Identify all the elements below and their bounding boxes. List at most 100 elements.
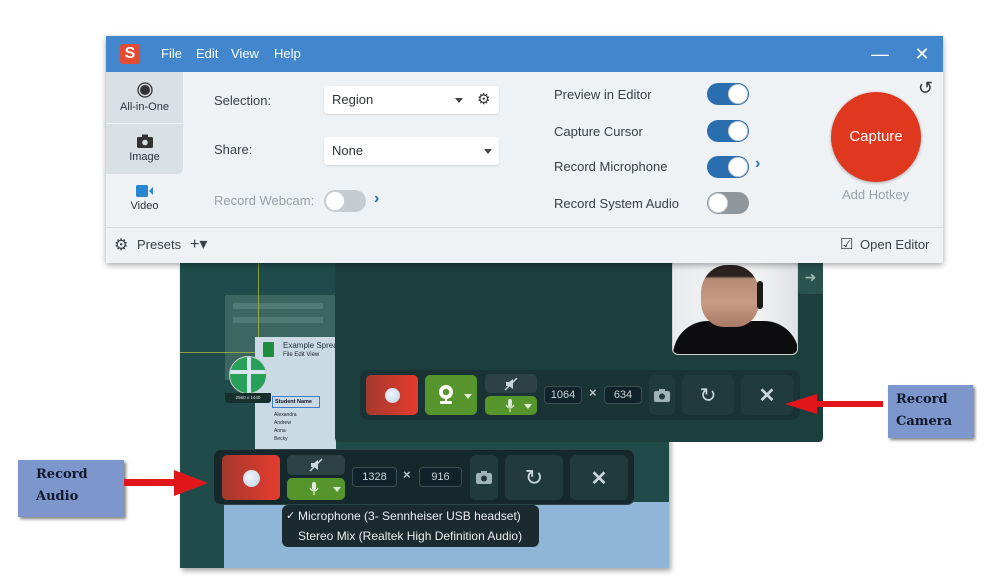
selection-value: Region [332,92,374,107]
student-name: Andrew [274,420,291,426]
selection-dropdown[interactable]: Region ⚙ [324,86,499,114]
arrow-to-record-icon [124,470,208,496]
record-webcam-label: Record Webcam: [214,193,315,208]
times-separator: × [403,467,411,482]
toggle-knob [728,84,748,104]
presets-gear-icon: ⚙ [114,237,129,254]
tab-video[interactable]: Video [106,175,183,227]
chevron-down-icon [455,98,463,103]
microphone-button[interactable] [485,396,537,415]
option-label: Capture Cursor [554,124,643,139]
spreadsheet-menu: File Edit View [283,352,320,358]
loupe-crosshair [247,357,251,393]
video-camera-icon [136,185,153,197]
gear-icon[interactable]: ⚙ [477,86,490,114]
system-audio-button[interactable] [287,455,345,475]
height-input[interactable]: 916 [419,467,462,487]
student-name: Alexandra [274,412,297,418]
record-button[interactable] [222,455,280,500]
capture-button[interactable]: Capture [831,92,921,182]
callout-line: Camera [896,414,953,429]
record-button[interactable] [366,375,418,415]
menu-file[interactable]: File [161,46,182,61]
checkmark-icon: ✓ [286,510,296,522]
title-bar: S File Edit View Help — ✕ [106,36,943,72]
record-system-audio-toggle[interactable] [707,192,749,214]
menu-view[interactable]: View [231,46,259,61]
microphone-icon [503,398,517,413]
toggle-knob [708,193,728,213]
restart-button[interactable]: ↻ [682,375,734,415]
webcam-dropdown-caret-icon[interactable] [464,394,472,399]
sheets-logo-icon [263,342,274,357]
times-separator: × [589,385,597,400]
tab-image[interactable]: Image [106,124,183,174]
app-toolbar-row [233,317,323,323]
system-audio-button[interactable] [485,374,537,393]
record-webcam-toggle[interactable] [324,190,366,212]
close-button[interactable]: ✕ [910,42,934,66]
tab-label: All-in-One [120,101,169,113]
restart-icon: ↻ [524,465,544,490]
person-head [701,265,759,327]
column-header: Student Name [272,396,320,408]
height-input[interactable]: 634 [604,386,642,404]
audio-source-menu: ✓ Microphone (3- Sennheiser USB headset)… [282,505,539,547]
screenshot-button[interactable] [470,455,498,500]
menu-help[interactable]: Help [274,46,301,61]
callout-line: Audio [36,489,79,504]
reset-icon[interactable]: ↺ [918,78,933,99]
option-label: Record System Audio [554,196,680,211]
callout-line: Record [36,467,88,482]
student-name: Becky [274,436,288,442]
add-hotkey-link[interactable]: Add Hotkey [842,187,909,202]
minimize-button[interactable]: — [868,42,892,66]
capture-cursor-toggle[interactable] [707,120,749,142]
close-icon: ✕ [758,384,776,407]
width-input[interactable]: 1064 [544,386,582,404]
capture-window-footer: ⚙ Presets +▾ ☑ Open Editor [106,227,943,263]
webcam-toggle-button[interactable] [425,375,477,415]
preview-in-editor-toggle[interactable] [707,83,749,105]
callout-record-audio: Record Audio [18,460,124,517]
speaker-muted-icon [503,376,519,391]
menu-edit[interactable]: Edit [196,46,218,61]
record-dot-icon [243,470,260,487]
chevron-right-icon[interactable]: › [755,155,760,173]
open-editor-button[interactable]: Open Editor [860,237,929,252]
tab-label: Video [130,200,159,212]
chevron-down-icon [484,149,492,154]
callout-line: Record [896,392,948,407]
microphone-button[interactable] [287,478,345,500]
restart-button[interactable]: ↻ [505,455,563,500]
side-arrow-icon: ➜ [798,262,823,294]
magnifier-dimensions: 2560 x 1440 [225,393,271,403]
add-preset-icon[interactable]: +▾ [190,234,207,254]
presets-button[interactable]: Presets [137,237,181,252]
record-circle-icon [136,82,153,98]
menu-item-label: Stereo Mix (Realtek High Definition Audi… [298,529,523,543]
tab-all-in-one[interactable]: All-in-One [106,72,183,123]
toggle-knob [728,157,748,177]
camera-recording-toolbar: 1064 × 634 ↻ ✕ [360,370,800,420]
student-name: Anna [274,428,286,434]
audio-recording-toolbar: 1328 × 916 ↻ ✕ [213,449,635,505]
restart-icon: ↻ [699,384,717,407]
menu-item-label: Microphone (3- Sennheiser USB headset) [298,509,521,523]
headset [757,281,763,309]
webcam-preview [672,262,798,355]
app-toolbar-row [233,303,323,309]
cancel-button[interactable]: ✕ [570,455,628,500]
share-label: Share: [214,142,253,157]
option-label: Preview in Editor [554,87,652,102]
microphone-dropdown-caret-icon[interactable] [524,404,532,409]
screenshot-button[interactable] [649,375,675,415]
camera-icon [136,134,153,148]
speaker-muted-icon [308,457,324,473]
width-input[interactable]: 1328 [352,467,397,487]
microphone-dropdown-caret-icon[interactable] [333,487,341,492]
record-microphone-toggle[interactable] [707,156,749,178]
chevron-right-icon[interactable]: › [374,190,379,208]
share-dropdown[interactable]: None [324,137,499,165]
microphone-icon [307,481,321,497]
